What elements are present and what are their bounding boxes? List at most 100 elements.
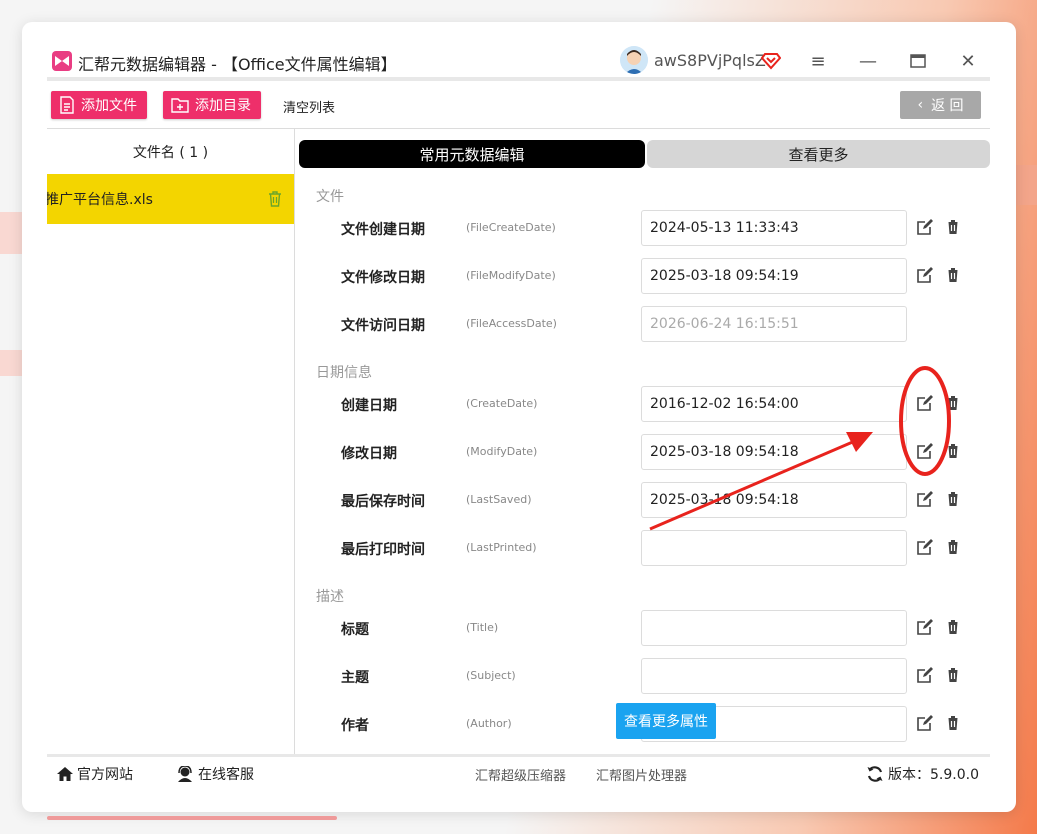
home-icon	[57, 767, 73, 781]
edit-icon[interactable]	[916, 618, 934, 636]
edit-icon[interactable]	[916, 538, 934, 556]
refresh-icon[interactable]	[866, 765, 884, 783]
edit-icon[interactable]	[916, 714, 934, 732]
row-key: (FileModifyDate)	[466, 269, 556, 282]
row-label: 标题	[341, 622, 369, 638]
row-label: 作者	[341, 718, 369, 734]
row-key: (Author)	[466, 717, 512, 730]
add-dir-button[interactable]: 添加目录	[163, 91, 261, 119]
last-printed-input[interactable]	[641, 530, 907, 566]
create-date-input[interactable]: 2016-12-02 16:54:00	[641, 386, 907, 422]
trash-icon[interactable]	[944, 714, 962, 732]
section-title-date: 日期信息	[316, 365, 372, 381]
metadata-row-file-access-date: 文件访问日期 (FileAccessDate) 2026-06-24 16:15…	[296, 306, 990, 342]
row-key: (FileCreateDate)	[466, 221, 556, 234]
last-saved-input[interactable]: 2025-03-18 09:54:18	[641, 482, 907, 518]
edit-icon[interactable]	[916, 394, 934, 412]
metadata-panel: 常用元数据编辑 查看更多 文件 文件创建日期 (FileCreateDate) …	[296, 129, 990, 754]
trash-icon[interactable]	[944, 394, 962, 412]
back-button[interactable]: ‹ 返 回	[900, 91, 981, 119]
edit-icon[interactable]	[916, 666, 934, 684]
trash-icon[interactable]	[944, 618, 962, 636]
metadata-row-subject: 主题 (Subject)	[296, 658, 990, 694]
metadata-row-title: 标题 (Title)	[296, 610, 990, 646]
file-list-header: 文件名 ( 1 )	[132, 144, 209, 161]
avatar[interactable]	[620, 46, 648, 74]
modify-date-input[interactable]: 2025-03-18 09:54:18	[641, 434, 907, 470]
add-file-button[interactable]: 添加文件	[51, 91, 147, 119]
trash-icon[interactable]	[944, 538, 962, 556]
image-tool-link[interactable]: 汇帮图片处理器	[596, 765, 687, 784]
tab-view-more[interactable]: 查看更多	[647, 140, 990, 168]
row-key: (CreateDate)	[466, 397, 538, 410]
online-service-label: 在线客服	[198, 767, 254, 783]
subject-input[interactable]	[641, 658, 907, 694]
file-list-item[interactable]: 推广平台信息.xls	[47, 174, 294, 224]
window-title: 汇帮元数据编辑器 - 【Office文件属性编辑】	[78, 55, 397, 74]
add-dir-label: 添加目录	[195, 98, 251, 114]
row-key: (LastPrinted)	[466, 541, 537, 554]
row-label: 最后打印时间	[341, 542, 425, 558]
background-stripe	[0, 212, 22, 254]
trash-icon[interactable]	[944, 666, 962, 684]
trash-icon[interactable]	[944, 218, 962, 236]
version-info: 版本：5.9.0.0	[866, 764, 979, 784]
maximize-icon[interactable]	[905, 48, 931, 74]
app-logo-icon	[52, 51, 72, 71]
footer-divider	[47, 754, 990, 757]
row-label: 修改日期	[341, 446, 397, 462]
username[interactable]: awS8PVjPqlsZ	[654, 51, 766, 70]
add-file-label: 添加文件	[81, 98, 137, 114]
background-stripe	[0, 350, 22, 376]
titlebar-divider	[47, 77, 990, 81]
background-stripe	[1015, 165, 1037, 205]
scroll-indicator	[47, 816, 337, 820]
vip-diamond-icon[interactable]	[761, 50, 781, 70]
back-label: 返 回	[931, 98, 964, 114]
row-key: (LastSaved)	[466, 493, 532, 506]
row-key: (FileAccessDate)	[466, 317, 557, 330]
row-label: 创建日期	[341, 398, 397, 414]
trash-icon[interactable]	[944, 442, 962, 460]
edit-icon[interactable]	[916, 218, 934, 236]
section-title-desc: 描述	[316, 589, 344, 605]
section-title-file: 文件	[316, 189, 344, 205]
metadata-row-file-create-date: 文件创建日期 (FileCreateDate) 2024-05-13 11:33…	[296, 210, 990, 246]
row-key: (Subject)	[466, 669, 516, 682]
titlebar: 汇帮元数据编辑器 - 【Office文件属性编辑】 awS8PVjPqlsZ ≡…	[50, 44, 990, 78]
edit-icon[interactable]	[916, 442, 934, 460]
online-service-link[interactable]: 在线客服	[176, 764, 254, 784]
clear-list-button[interactable]: 清空列表	[283, 97, 335, 116]
version-label: 版本：5.9.0.0	[888, 767, 979, 783]
trash-icon[interactable]	[268, 191, 282, 207]
trash-icon[interactable]	[944, 490, 962, 508]
metadata-row-last-printed: 最后打印时间 (LastPrinted)	[296, 530, 990, 566]
row-label: 文件访问日期	[341, 318, 425, 334]
file-add-icon	[60, 96, 74, 114]
edit-icon[interactable]	[916, 266, 934, 284]
menu-icon[interactable]: ≡	[805, 48, 831, 74]
compressor-link[interactable]: 汇帮超级压缩器	[475, 765, 566, 784]
chevron-left-icon: ‹	[917, 97, 924, 113]
trash-icon[interactable]	[944, 266, 962, 284]
minimize-icon[interactable]: —	[855, 48, 881, 74]
row-key: (ModifyDate)	[466, 445, 538, 458]
metadata-row-create-date: 创建日期 (CreateDate) 2016-12-02 16:54:00	[296, 386, 990, 422]
tab-common-metadata[interactable]: 常用元数据编辑	[299, 140, 645, 168]
title-input[interactable]	[641, 610, 907, 646]
metadata-row-file-modify-date: 文件修改日期 (FileModifyDate) 2025-03-18 09:54…	[296, 258, 990, 294]
metadata-row-modify-date: 修改日期 (ModifyDate) 2025-03-18 09:54:18	[296, 434, 990, 470]
row-label: 最后保存时间	[341, 494, 425, 510]
edit-icon[interactable]	[916, 490, 934, 508]
row-label: 文件修改日期	[341, 270, 425, 286]
view-more-attributes-button[interactable]: 查看更多属性	[616, 703, 716, 739]
file-modify-date-input[interactable]: 2025-03-18 09:54:19	[641, 258, 907, 294]
file-create-date-input[interactable]: 2024-05-13 11:33:43	[641, 210, 907, 246]
metadata-row-last-saved: 最后保存时间 (LastSaved) 2025-03-18 09:54:18	[296, 482, 990, 518]
close-icon[interactable]: ✕	[955, 48, 981, 74]
file-name: 推广平台信息.xls	[47, 192, 153, 208]
official-website-link[interactable]: 官方网站	[56, 764, 133, 784]
folder-add-icon	[171, 98, 189, 113]
row-key: (Title)	[466, 621, 499, 634]
row-label: 文件创建日期	[341, 222, 425, 238]
